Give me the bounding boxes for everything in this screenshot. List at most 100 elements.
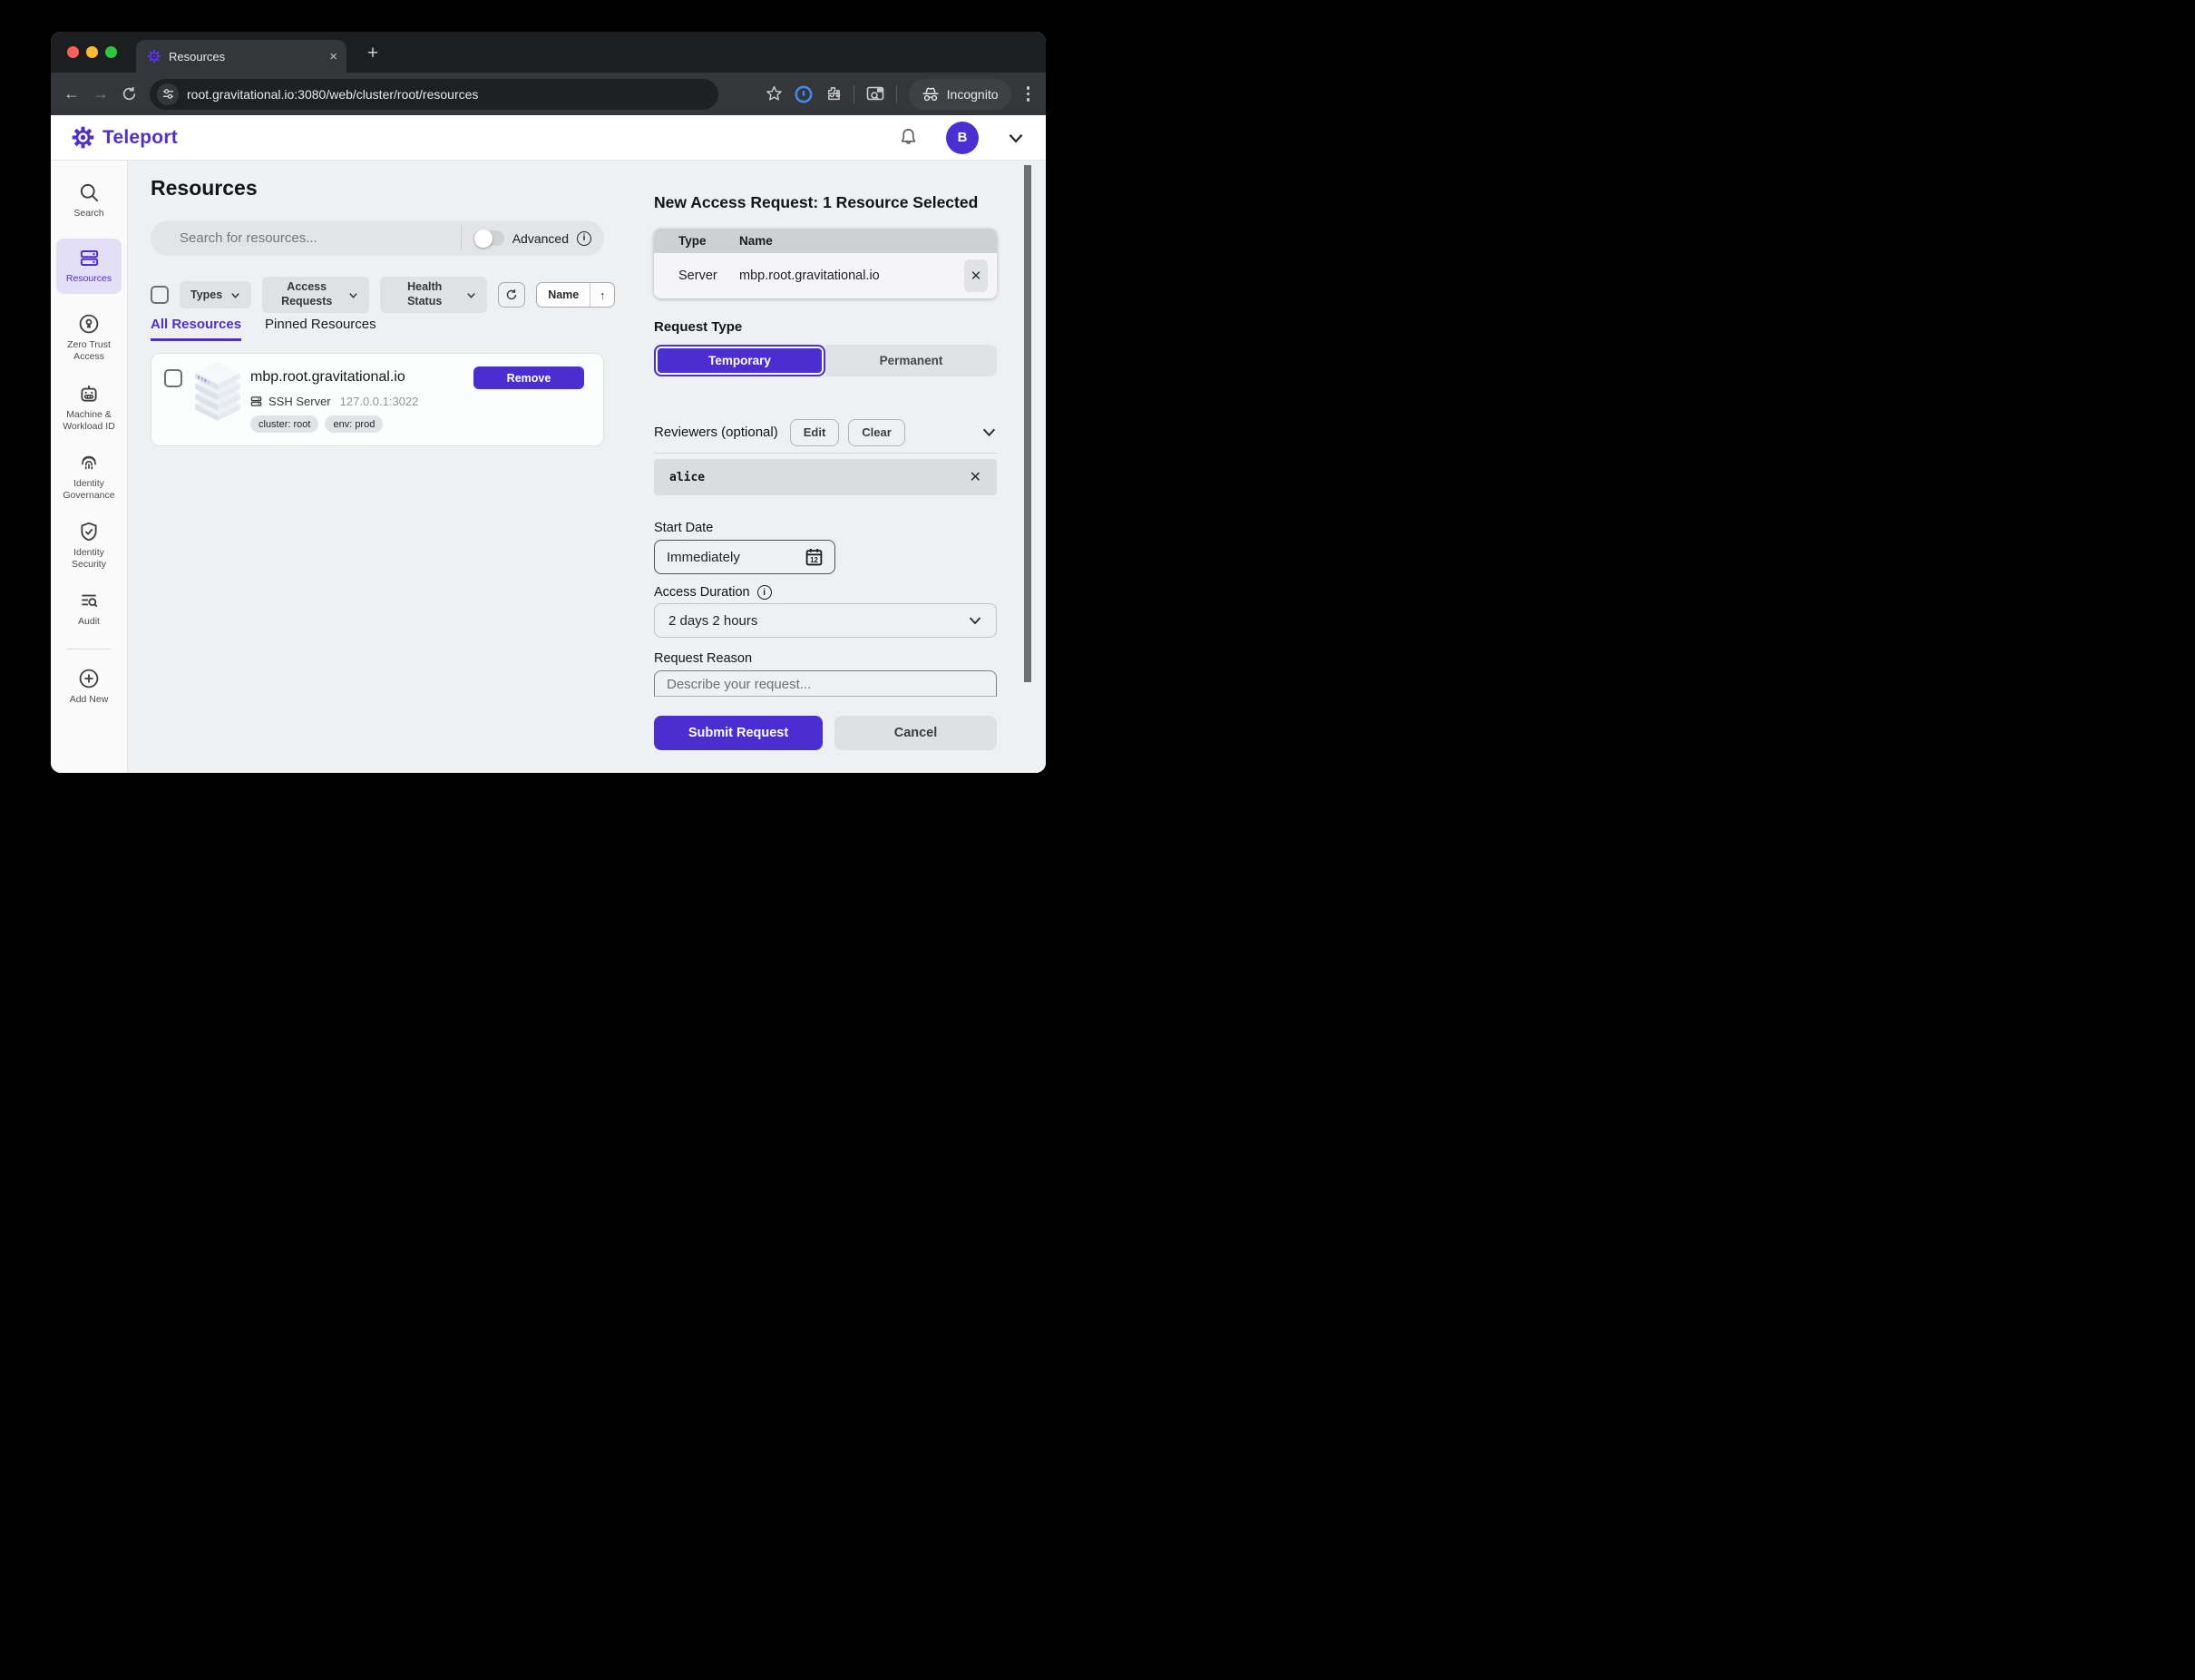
sidebar-item-identity-security[interactable]: Identity Security — [56, 521, 122, 571]
new-tab-button[interactable]: + — [359, 40, 386, 67]
request-reason-textarea[interactable] — [655, 671, 996, 697]
resource-label-pill[interactable]: cluster: root — [250, 415, 318, 433]
audit-log-icon — [78, 590, 100, 611]
incognito-label: Incognito — [947, 87, 999, 102]
reviewers-chevron-down-icon[interactable] — [981, 425, 997, 440]
tab-title: Resources — [169, 50, 322, 63]
extensions-puzzle-icon[interactable] — [824, 85, 842, 103]
site-settings-icon[interactable] — [157, 83, 179, 105]
sidebar-item-label: Search — [73, 208, 103, 220]
browser-window: Resources × + ← → roo — [51, 32, 1046, 773]
account-chevron-down-icon[interactable] — [1006, 128, 1026, 148]
selected-resources-table: Type Name Server mbp.root.gravitational.… — [654, 229, 997, 298]
server-illustration-icon — [191, 362, 244, 424]
browser-tab[interactable]: Resources × — [136, 40, 346, 73]
reviewers-divider — [654, 453, 997, 454]
sidebar-item-label: Zero Trust Access — [56, 339, 122, 363]
request-reason-label: Request Reason — [654, 651, 752, 666]
browser-toolbar: ← → root.gravitational.io:3080/web/clust… — [51, 73, 1046, 115]
column-header-type: Type — [654, 234, 739, 248]
filter-row: Types Access Requests Health Status — [151, 275, 615, 315]
resource-card[interactable]: mbp.root.gravitational.io SSH Server 127… — [151, 353, 604, 446]
cancel-button[interactable]: Cancel — [834, 716, 997, 750]
minimize-window-button[interactable] — [86, 46, 98, 58]
page-scrollbar-thumb[interactable] — [1024, 165, 1031, 682]
access-duration-label-row: Access Duration i — [654, 585, 772, 600]
chevron-down-icon — [348, 290, 358, 300]
request-type-temporary-button[interactable]: Temporary — [654, 345, 825, 376]
access-duration-value: 2 days 2 hours — [668, 613, 757, 629]
row-type: Server — [654, 269, 739, 283]
advanced-info-icon[interactable]: i — [577, 231, 591, 246]
column-header-name: Name — [739, 234, 997, 248]
row-name: mbp.root.gravitational.io — [739, 269, 964, 283]
teleport-gear-icon — [71, 125, 95, 150]
access-requests-filter-label: Access Requests — [273, 280, 340, 308]
page-title: Resources — [151, 176, 258, 200]
zoom-window-button[interactable] — [105, 46, 117, 58]
user-avatar[interactable]: B — [946, 122, 979, 154]
remove-selected-resource-button[interactable]: ✕ — [964, 259, 988, 292]
sidebar-item-machine-workload-id[interactable]: Machine & Workload ID — [56, 383, 122, 433]
sidebar-item-label: Identity Governance — [56, 478, 122, 502]
brand-name: Teleport — [102, 127, 178, 149]
access-requests-filter-button[interactable]: Access Requests — [262, 277, 369, 313]
sidebar-item-add-new[interactable]: Add New — [56, 668, 122, 706]
address-bar[interactable]: root.gravitational.io:3080/web/cluster/r… — [150, 79, 718, 110]
close-window-button[interactable] — [67, 46, 79, 58]
start-date-input[interactable]: Immediately 12 — [654, 540, 835, 574]
health-status-filter-button[interactable]: Health Status — [380, 277, 487, 313]
server-stack-icon — [79, 248, 100, 269]
sidebar-item-identity-governance[interactable]: Identity Governance — [56, 452, 122, 502]
resource-checkbox[interactable] — [164, 369, 182, 387]
request-type-segmented-control: Temporary Permanent — [654, 345, 997, 376]
forward-icon[interactable]: → — [93, 84, 109, 103]
remove-reviewer-button[interactable]: ✕ — [970, 468, 981, 486]
sidebar-item-resources[interactable]: Resources — [56, 239, 122, 294]
sidebar-item-audit[interactable]: Audit — [56, 590, 122, 628]
tab-pinned-resources[interactable]: Pinned Resources — [265, 317, 376, 341]
back-icon[interactable]: ← — [63, 84, 80, 103]
select-all-checkbox[interactable] — [151, 286, 169, 304]
search-input[interactable] — [180, 230, 461, 246]
reviewers-row: Reviewers (optional) Edit Clear — [654, 418, 997, 446]
refresh-icon — [505, 288, 518, 301]
request-type-permanent-button[interactable]: Permanent — [825, 345, 997, 376]
edit-reviewers-button[interactable]: Edit — [790, 419, 840, 446]
health-status-filter-label: Health Status — [391, 280, 458, 308]
table-row: Server mbp.root.gravitational.io ✕ — [654, 253, 997, 298]
sidebar-nav: Search Resources Zero Trust Access — [51, 161, 128, 773]
clear-reviewers-button[interactable]: Clear — [848, 419, 905, 446]
request-reason-field — [654, 670, 997, 697]
tab-all-resources[interactable]: All Resources — [151, 317, 241, 341]
main-content: Resources Advanced i Types Access Reques… — [128, 161, 1046, 773]
advanced-toggle[interactable] — [473, 230, 504, 246]
advanced-label: Advanced — [512, 231, 569, 246]
resource-search-bar: Advanced i — [151, 220, 604, 256]
password-manager-extension-icon[interactable] — [795, 85, 813, 103]
browser-menu-icon[interactable] — [1023, 86, 1034, 102]
sidebar-item-search[interactable]: Search — [56, 182, 122, 220]
tab-close-icon[interactable]: × — [329, 49, 337, 64]
notifications-bell-icon[interactable] — [898, 127, 919, 148]
sort-by-name-button[interactable]: Name ↑ — [536, 282, 615, 308]
sidebar-item-zero-trust-access[interactable]: Zero Trust Access — [56, 313, 122, 363]
side-panel-search-icon[interactable] — [866, 86, 884, 103]
reload-icon[interactable] — [122, 86, 137, 102]
plus-circle-icon — [78, 668, 100, 689]
access-duration-label: Access Duration — [654, 585, 750, 600]
tab-strip: Resources × + — [51, 32, 1046, 73]
sidebar-item-label: Audit — [78, 616, 100, 628]
submit-request-button[interactable]: Submit Request — [654, 716, 823, 750]
refresh-button[interactable] — [498, 282, 525, 308]
types-filter-button[interactable]: Types — [180, 281, 251, 308]
remove-resource-button[interactable]: Remove — [473, 366, 584, 389]
teleport-logo[interactable]: Teleport — [71, 125, 178, 150]
sidebar-item-label: Machine & Workload ID — [56, 409, 122, 433]
robot-icon — [78, 383, 100, 405]
sort-ascending-icon: ↑ — [590, 288, 614, 302]
resource-label-pill[interactable]: env: prod — [325, 415, 383, 433]
bookmark-star-icon[interactable] — [766, 85, 783, 103]
duration-info-icon[interactable]: i — [757, 585, 772, 600]
access-duration-select[interactable]: 2 days 2 hours — [654, 603, 997, 638]
